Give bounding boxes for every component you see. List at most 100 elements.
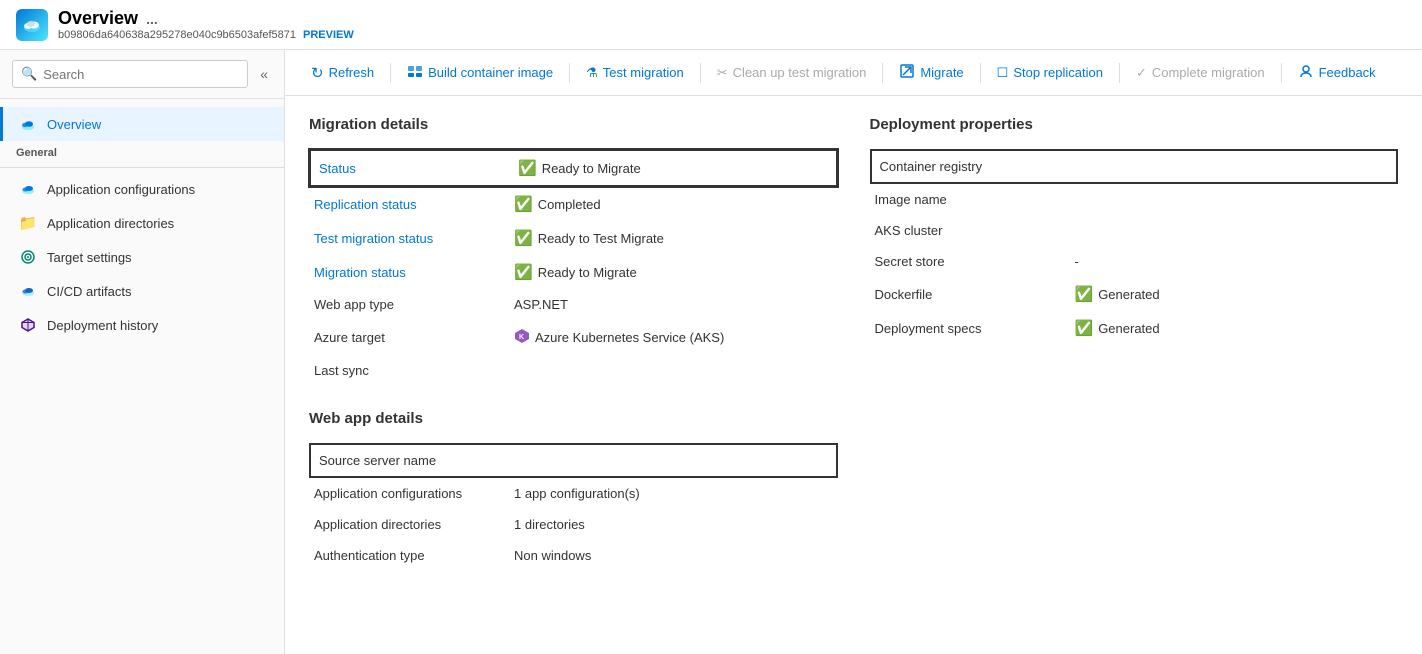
migration-status-text: Ready to Migrate	[538, 265, 637, 280]
sidebar-item-deploy-history-label: Deployment history	[47, 318, 158, 333]
table-row-migration-status: Migration status ✅ Ready to Migrate	[310, 255, 837, 289]
image-name-value	[1071, 183, 1398, 215]
container-registry-label: Container registry	[871, 150, 1071, 183]
auth-type-value: Non windows	[510, 540, 837, 571]
image-name-label: Image name	[871, 183, 1071, 215]
complete-migration-button[interactable]: ✓ Complete migration	[1126, 60, 1275, 86]
table-row-image-name: Image name	[871, 183, 1398, 215]
auth-type-label: Authentication type	[310, 540, 510, 571]
toolbar-sep-4	[882, 63, 883, 83]
refresh-label: Refresh	[329, 65, 375, 80]
migration-status-badge: ✅ Ready to Migrate	[514, 263, 833, 281]
refresh-button[interactable]: ↻ Refresh	[301, 59, 384, 87]
app-title: Overview ...	[58, 8, 354, 29]
app-configs-icon	[19, 180, 37, 198]
table-row-aks-cluster: AKS cluster	[871, 215, 1398, 246]
sidebar-item-target-settings[interactable]: Target settings	[0, 240, 284, 274]
status-value: ✅ Ready to Migrate	[510, 150, 837, 186]
deployment-specs-text: Generated	[1098, 321, 1159, 336]
title-ellipsis[interactable]: ...	[146, 11, 158, 27]
aks-icon: K	[514, 328, 530, 347]
sidebar-item-app-dirs-label: Application directories	[47, 216, 174, 231]
deployment-specs-check-icon: ✅	[1075, 319, 1094, 337]
clean-up-label: Clean up test migration	[733, 65, 867, 80]
title-text: Overview	[58, 8, 138, 29]
web-app-details-section: Web app details Source server name Appli…	[309, 410, 838, 571]
deployment-specs-label: Deployment specs	[871, 311, 1071, 345]
toolbar-sep-6	[1119, 63, 1120, 83]
replication-status-label: Replication status	[310, 186, 510, 221]
test-migration-status-text: Ready to Test Migrate	[538, 231, 664, 246]
left-column: Migration details Status ✅ Ready to Migr…	[309, 116, 838, 571]
replication-status-value: ✅ Completed	[510, 186, 837, 221]
aks-cluster-label: AKS cluster	[871, 215, 1071, 246]
toolbar-sep-2	[569, 63, 570, 83]
table-row-deployment-specs: Deployment specs ✅ Generated	[871, 311, 1398, 345]
dockerfile-check-icon: ✅	[1075, 285, 1094, 303]
toolbar-sep-1	[390, 63, 391, 83]
table-row-azure-target: Azure target K	[310, 320, 837, 355]
app-header: Overview ... b09806da640638a295278e040c9…	[0, 0, 1422, 50]
build-container-button[interactable]: Build container image	[397, 58, 563, 87]
toolbar-sep-3	[700, 63, 701, 83]
collapse-sidebar-button[interactable]: «	[256, 64, 272, 84]
status-check-icon: ✅	[518, 159, 537, 177]
build-container-icon	[407, 63, 423, 82]
sidebar-item-app-dirs[interactable]: 📁 Application directories	[0, 206, 284, 240]
toolbar-sep-5	[980, 63, 981, 83]
source-server-value	[510, 444, 837, 477]
azure-target-badge: K Azure Kubernetes Service (AKS)	[514, 328, 833, 347]
table-row-status: Status ✅ Ready to Migrate	[310, 150, 837, 186]
migrate-icon	[899, 63, 915, 82]
azure-target-text: Azure Kubernetes Service (AKS)	[535, 330, 724, 345]
complete-migration-label: Complete migration	[1152, 65, 1265, 80]
feedback-button[interactable]: Feedback	[1288, 58, 1386, 87]
content-area: Migration details Status ✅ Ready to Migr…	[285, 96, 1422, 654]
overview-icon	[19, 115, 37, 133]
dockerfile-status-badge: ✅ Generated	[1075, 285, 1394, 303]
feedback-label: Feedback	[1319, 65, 1376, 80]
secret-store-value: -	[1071, 246, 1398, 277]
search-input[interactable]	[43, 67, 239, 82]
test-migration-label: Test migration status	[310, 221, 510, 255]
migration-check-icon: ✅	[514, 263, 533, 281]
search-input-wrap[interactable]: 🔍	[12, 60, 248, 88]
sidebar-divider	[0, 167, 284, 168]
clean-up-button[interactable]: ✂ Clean up test migration	[707, 60, 877, 86]
web-app-details-title: Web app details	[309, 410, 838, 427]
sidebar-nav: Overview General Application configurati…	[0, 99, 284, 654]
search-icon: 🔍	[21, 66, 37, 82]
table-row-app-configs: Application configurations 1 app configu…	[310, 477, 837, 509]
right-column: Deployment properties Container registry…	[870, 116, 1399, 571]
migrate-button[interactable]: Migrate	[889, 58, 973, 87]
sidebar-item-deploy-history[interactable]: Deployment history	[0, 308, 284, 342]
secret-store-label: Secret store	[871, 246, 1071, 277]
status-badge: ✅ Ready to Migrate	[518, 159, 828, 177]
app-subtitle: b09806da640638a295278e040c9b6503afef5871…	[58, 29, 354, 41]
last-sync-label: Last sync	[310, 355, 510, 386]
test-migration-check-icon: ✅	[514, 229, 533, 247]
table-row-web-app-type: Web app type ASP.NET	[310, 289, 837, 320]
toolbar: ↻ Refresh Build container image ⚗	[285, 50, 1422, 96]
toolbar-sep-7	[1281, 63, 1282, 83]
target-settings-icon	[19, 248, 37, 266]
stop-replication-button[interactable]: ☐ Stop replication	[987, 60, 1113, 86]
complete-migration-icon: ✓	[1136, 65, 1147, 81]
feedback-icon	[1298, 63, 1314, 82]
status-label: Status	[310, 150, 510, 186]
build-container-label: Build container image	[428, 65, 553, 80]
sidebar-item-cicd[interactable]: CI/CD artifacts	[0, 274, 284, 308]
test-migration-button[interactable]: ⚗ Test migration	[576, 60, 694, 86]
web-app-details-table: Source server name Application configura…	[309, 443, 838, 571]
sidebar-item-overview[interactable]: Overview	[0, 107, 284, 141]
sidebar-general-label: General	[0, 141, 284, 163]
wa-app-dirs-value: 1 directories	[510, 509, 837, 540]
container-registry-value	[1071, 150, 1398, 183]
app-dirs-icon: 📁	[19, 214, 37, 232]
wa-app-configs-label: Application configurations	[310, 477, 510, 509]
replication-status-text: Completed	[538, 197, 601, 212]
sidebar-overview-label: Overview	[47, 117, 101, 132]
sidebar-item-app-configs[interactable]: Application configurations	[0, 172, 284, 206]
table-row-source-server: Source server name	[310, 444, 837, 477]
replication-status-badge: ✅ Completed	[514, 195, 833, 213]
